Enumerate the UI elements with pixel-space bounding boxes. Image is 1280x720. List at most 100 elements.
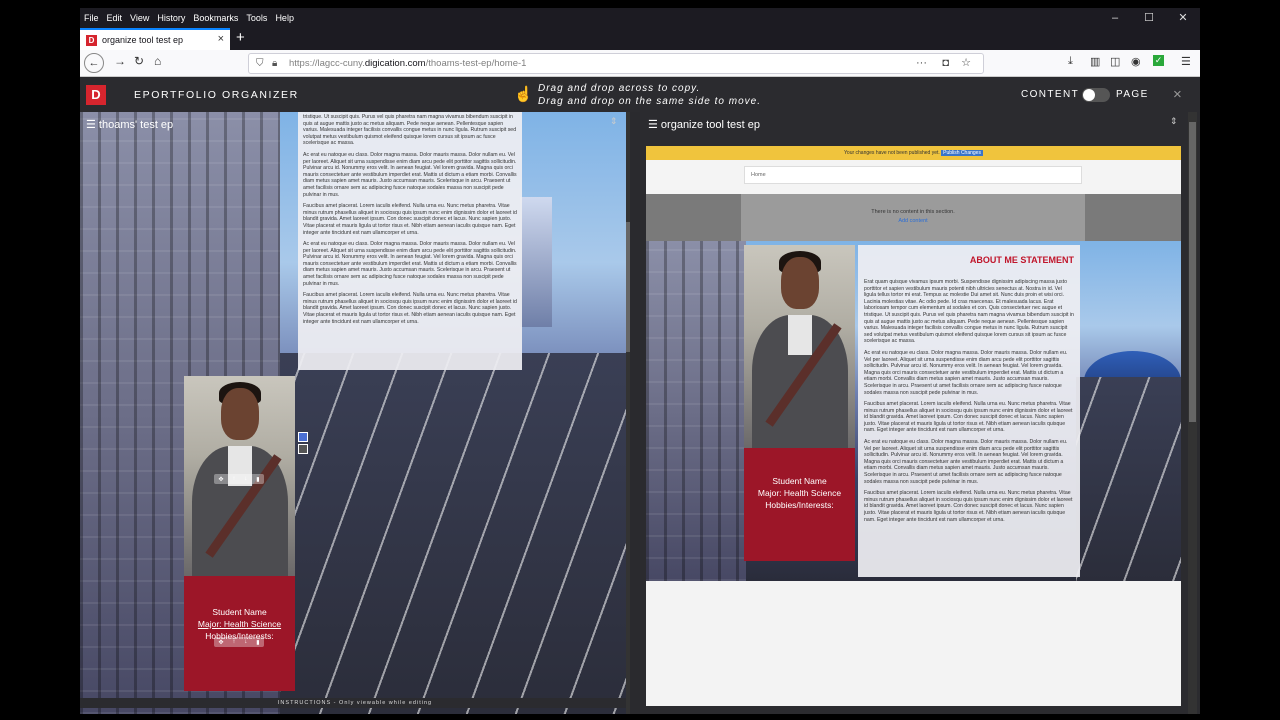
move-icon[interactable]: ✥: [218, 639, 223, 646]
toggle-label-page: PAGE: [1116, 89, 1149, 100]
empty-section-message: There is no content in this section.: [871, 209, 955, 215]
text-paragraph: Ac erat eu natoque eu class. Dolor magna…: [303, 241, 517, 287]
reload-icon[interactable]: ↻: [134, 54, 144, 68]
url-domain: digication.com: [364, 58, 426, 69]
text-paragraph: Faucibus amet placerat. Lorem iaculis el…: [864, 490, 1073, 523]
left-scrollbar-thumb[interactable]: [626, 222, 630, 352]
right-scrollbar[interactable]: [1188, 112, 1197, 714]
instructions-bar: INSTRUCTIONS - Only viewable while editi…: [80, 698, 630, 708]
trash-icon[interactable]: ▮: [256, 639, 259, 646]
publish-changes-button[interactable]: Publish Changes: [941, 150, 983, 156]
resize-icon[interactable]: [298, 444, 308, 454]
toggle-label-content: CONTENT: [1021, 89, 1080, 100]
menu-help[interactable]: Help: [275, 13, 294, 23]
pocket-icon[interactable]: ◘: [942, 54, 949, 73]
left-scrollbar[interactable]: [626, 112, 630, 714]
student-name: Student Name: [212, 607, 267, 617]
bookmark-star-icon[interactable]: ☆: [961, 54, 971, 73]
trash-icon[interactable]: ▮: [256, 476, 259, 483]
text-paragraph: Faucibus amet placerat. Lorem iaculis el…: [303, 292, 517, 325]
sidebar-icon[interactable]: ◫: [1110, 55, 1120, 68]
menu-edit[interactable]: Edit: [107, 13, 123, 23]
menu-tools[interactable]: Tools: [246, 13, 267, 23]
building: [646, 241, 746, 581]
arrow-down-icon[interactable]: ↓: [244, 639, 247, 645]
text-paragraph: Ac erat eu natoque eu class. Dolor magna…: [864, 439, 1068, 485]
student-name: Student Name: [772, 476, 827, 486]
about-me-block[interactable]: ABOUT ME STATEMENT Erat quam quisque viv…: [858, 245, 1080, 577]
tab-close-icon[interactable]: ×: [218, 33, 224, 45]
page-footer-area: [646, 581, 1181, 706]
new-tab-icon[interactable]: +: [236, 29, 245, 46]
photo-shirt: [788, 315, 812, 355]
right-portfolio-title[interactable]: ☰ organize tool test ep: [648, 118, 760, 131]
skyscraper: [520, 197, 552, 327]
photo-head: [781, 257, 819, 309]
drag-hand-icon: ☝: [514, 86, 533, 103]
tab-bar: D organize tool test ep × +: [80, 28, 1200, 50]
hamburger-menu-icon[interactable]: ☰: [1181, 55, 1191, 68]
home-icon[interactable]: ⌂: [154, 54, 161, 68]
page-nav: Home: [646, 160, 1181, 194]
page-actions-icon[interactable]: ···: [916, 54, 927, 73]
publish-notice: Your changes have not been published yet…: [646, 146, 1181, 160]
back-icon[interactable]: ←: [84, 53, 104, 73]
library-icon[interactable]: ▥: [1090, 55, 1100, 68]
right-scrollbar-thumb[interactable]: [1189, 122, 1196, 422]
menu-history[interactable]: History: [157, 13, 185, 23]
favicon-icon: D: [86, 34, 97, 46]
text-paragraph: Ac erat eu natoque eu class. Dolor magna…: [303, 151, 517, 198]
left-portfolio-title[interactable]: ☰ thoams' test ep: [86, 118, 173, 131]
train-tracks: [280, 352, 630, 714]
arrow-up-icon[interactable]: ↑: [232, 476, 235, 482]
menu-bar: File Edit View History Bookmarks Tools H…: [80, 8, 1200, 28]
block-tools[interactable]: ✥ ↑ ↓ ▮: [214, 637, 264, 647]
arrow-down-icon[interactable]: ↓: [244, 476, 247, 482]
right-hero-section: Student Name Major: Health Science Hobbi…: [646, 241, 1181, 581]
right-select-chevron-icon[interactable]: ⇕: [1170, 116, 1178, 127]
url-path: /thoams-test-ep/home-1: [425, 58, 527, 69]
drag-hint-move: Drag and drop on the same side to move.: [538, 96, 761, 107]
right-portfolio-name: organize tool test ep: [660, 119, 760, 131]
url-prefix: https://lagcc-cuny.: [289, 58, 365, 69]
photo-head: [221, 388, 259, 440]
add-content-link[interactable]: Add content: [741, 218, 1085, 224]
drag-hint: Drag and drop across to copy. Drag and d…: [538, 82, 761, 108]
menu-file[interactable]: File: [84, 13, 99, 23]
text-paragraph: Ac erat eu natoque eu class. Dolor magna…: [864, 349, 1068, 396]
organizer-toolbar: D EPORTFOLIO ORGANIZER ☝ Drag and drop a…: [80, 78, 1200, 112]
digication-logo: D: [86, 85, 106, 105]
shield-icon[interactable]: ⛉: [256, 54, 264, 73]
arrow-up-icon[interactable]: ↑: [232, 639, 235, 645]
nav-home[interactable]: Home: [744, 166, 1082, 184]
student-hobbies: Hobbies/Interests:: [765, 500, 834, 510]
lock-icon[interactable]: 🔒︎: [272, 54, 277, 73]
organizer-title: EPORTFOLIO ORGANIZER: [134, 89, 299, 101]
forward-icon[interactable]: →: [114, 54, 126, 68]
browser-tab[interactable]: D organize tool test ep ×: [80, 28, 230, 50]
menu-view[interactable]: View: [130, 13, 149, 23]
publish-notice-text: Your changes have not been published yet…: [844, 150, 940, 156]
layout-icon[interactable]: [298, 432, 308, 442]
student-info-badge[interactable]: Student Name Major: Health Science Hobbi…: [744, 448, 855, 561]
left-portfolio-pane: ☰ thoams' test ep ⇕ tristique. Ut suscip…: [80, 112, 630, 714]
left-text-block[interactable]: tristique. Ut suscipit quis. Purus vel q…: [298, 112, 522, 370]
download-icon[interactable]: ⤓: [1068, 55, 1073, 68]
block-tools[interactable]: ✥ ↑ ↓ ▮: [214, 474, 264, 484]
close-organizer-icon[interactable]: ×: [1173, 86, 1182, 103]
left-select-chevron-icon[interactable]: ⇕: [610, 116, 618, 127]
url-bar[interactable]: ⛉ 🔒︎ https://lagcc-cuny.digication.com/t…: [248, 53, 984, 74]
account-icon[interactable]: ◉: [1131, 55, 1141, 68]
student-photo[interactable]: [744, 245, 855, 450]
navigation-bar: ← → ↻ ⌂ ⛉ 🔒︎ https://lagcc-cuny.digicati…: [80, 50, 1200, 77]
maximize-icon[interactable]: ☐: [1132, 8, 1166, 28]
move-icon[interactable]: ✥: [218, 476, 223, 483]
close-window-icon[interactable]: ✕: [1166, 8, 1200, 28]
student-info-badge[interactable]: Student Name Major: Health Science Hobbi…: [184, 576, 295, 691]
extension-check-icon[interactable]: ✓: [1153, 55, 1164, 66]
empty-section: There is no content in this section. Add…: [646, 194, 1181, 241]
content-page-toggle[interactable]: [1082, 88, 1110, 102]
about-heading: ABOUT ME STATEMENT: [969, 255, 1074, 265]
menu-bookmarks[interactable]: Bookmarks: [193, 13, 238, 23]
minimize-icon[interactable]: –: [1098, 8, 1132, 28]
